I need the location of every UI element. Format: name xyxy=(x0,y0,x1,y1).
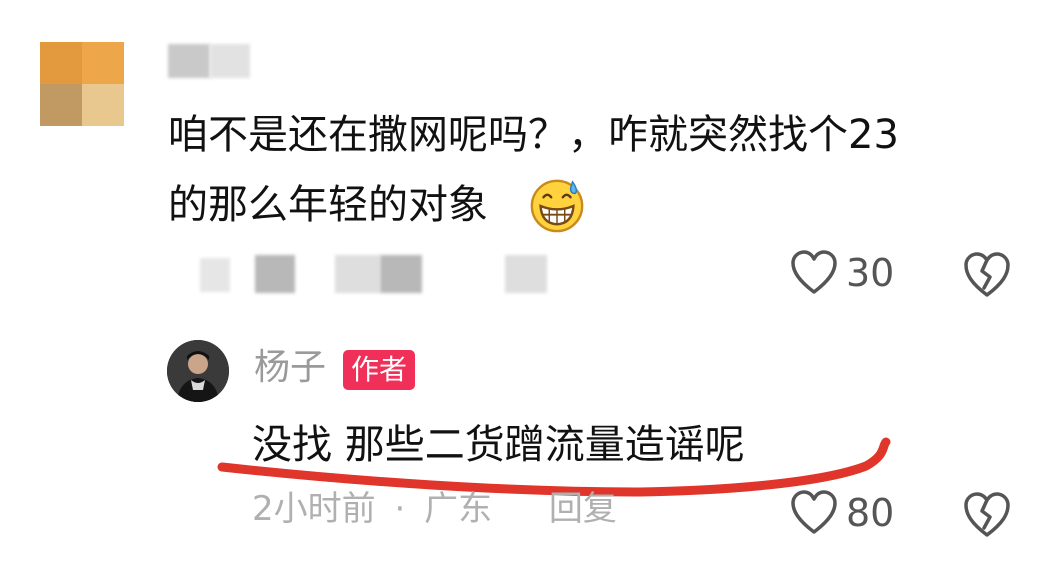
blurred-action-3[interactable] xyxy=(335,255,380,293)
blurred-action-5[interactable] xyxy=(505,255,547,293)
blurred-action-4[interactable] xyxy=(380,255,422,293)
blurred-action-2[interactable] xyxy=(255,255,295,293)
reply-avatar[interactable] xyxy=(167,340,229,402)
comment-like-button[interactable]: 30 xyxy=(790,250,894,296)
comment-text-line-2: 的那么年轻的对象 xyxy=(168,182,488,228)
broken-heart-icon[interactable] xyxy=(962,490,1012,540)
meta-separator: · xyxy=(394,489,406,529)
reply-username[interactable]: 杨子 xyxy=(254,350,326,386)
blurred-action-1[interactable] xyxy=(200,258,230,292)
heart-icon xyxy=(791,490,837,534)
comment-like-count: 30 xyxy=(846,251,895,295)
reply-time: 2小时前 xyxy=(252,489,376,529)
comment-text-line-1: 咱不是还在撒网呢吗？，咋就突然找个23 xyxy=(168,112,899,158)
author-badge: 作者 xyxy=(343,350,416,390)
reply-like-count: 80 xyxy=(846,491,895,535)
broken-heart-icon[interactable] xyxy=(962,250,1012,300)
reply-button[interactable]: 回复 xyxy=(549,489,617,529)
commenter-username-blurred[interactable] xyxy=(168,44,210,78)
commenter-avatar[interactable] xyxy=(40,42,124,126)
reply-like-button[interactable]: 80 xyxy=(790,490,894,536)
commenter-username-blurred-2 xyxy=(210,44,250,78)
reply-location: 广东 xyxy=(424,489,493,529)
grinning-sweat-emoji-icon xyxy=(530,179,584,233)
reply-meta: 2小时前 · 广东 回复 xyxy=(252,492,617,526)
heart-icon xyxy=(791,250,837,294)
person-avatar-icon xyxy=(167,340,229,402)
